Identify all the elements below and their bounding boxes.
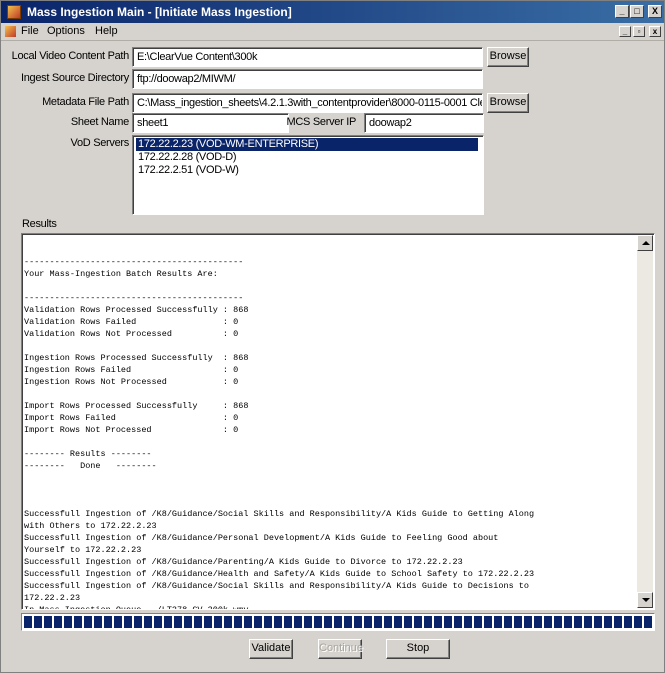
validate-button[interactable]: Validate: [249, 639, 293, 659]
window-title: Mass Ingestion Main - [Initiate Mass Ing…: [27, 5, 292, 19]
mcs-server-ip-field[interactable]: doowap2: [364, 113, 484, 133]
results-scrollbar[interactable]: [637, 235, 653, 608]
menu-options[interactable]: Options: [47, 25, 85, 37]
app-icon: [7, 5, 21, 19]
local-video-path-field[interactable]: E:\ClearVue Content\300k: [132, 47, 483, 67]
vod-server-item[interactable]: 172.22.2.23 (VOD-WM-ENTERPRISE): [136, 138, 478, 151]
results-log-text: ----------------------------------------…: [24, 257, 535, 610]
continue-button[interactable]: Continue: [318, 639, 363, 659]
minimize-button[interactable]: _: [615, 5, 629, 18]
metadata-label: Metadata File Path: [42, 96, 129, 108]
menu-bar: File Options Help _ ▫ x: [1, 23, 664, 41]
scroll-up-button[interactable]: [637, 235, 653, 251]
ingest-source-directory-field[interactable]: ftp://doowap2/MIWM/: [132, 69, 483, 89]
local-video-label: Local Video Content Path: [11, 50, 130, 62]
vod-server-item[interactable]: 172.22.2.28 (VOD-D): [136, 151, 238, 164]
metadata-file-path-field[interactable]: C:\Mass_ingestion_sheets\4.2.1.3with_con…: [132, 93, 483, 113]
results-label: Results: [22, 218, 57, 230]
progress-bar: [21, 613, 655, 631]
vod-servers-label: VoD Servers: [70, 137, 130, 149]
arrow-up-icon: [642, 241, 650, 245]
ingest-dir-label: Ingest Source Directory: [20, 72, 129, 84]
browse-video-button[interactable]: Browse: [487, 47, 529, 67]
maximize-button[interactable]: □: [630, 5, 644, 18]
menu-file[interactable]: File: [21, 25, 39, 37]
sheet-name-field[interactable]: sheet1: [132, 113, 289, 133]
sheet-name-label: Sheet Name: [70, 116, 129, 128]
mdi-restore-button[interactable]: ▫: [633, 26, 645, 37]
mdi-close-button[interactable]: x: [649, 26, 661, 37]
scroll-down-button[interactable]: [637, 592, 653, 608]
stop-button[interactable]: Stop: [386, 639, 450, 659]
close-button[interactable]: X: [648, 5, 662, 18]
main-window: Mass Ingestion Main - [Initiate Mass Ing…: [0, 0, 665, 673]
progress-fill: [24, 616, 652, 628]
vod-servers-listbox[interactable]: 172.22.2.23 (VOD-WM-ENTERPRISE) 172.22.2…: [132, 135, 484, 215]
title-bar[interactable]: Mass Ingestion Main - [Initiate Mass Ing…: [1, 1, 664, 23]
mdi-minimize-button[interactable]: _: [619, 26, 631, 37]
browse-metadata-button[interactable]: Browse: [487, 93, 529, 113]
arrow-down-icon: [642, 598, 650, 602]
results-textarea[interactable]: ----------------------------------------…: [21, 233, 655, 610]
mcs-server-ip-label: MCS Server IP: [286, 116, 357, 128]
vod-server-item[interactable]: 172.22.2.51 (VOD-W): [136, 164, 241, 177]
menu-help[interactable]: Help: [95, 25, 118, 37]
document-icon[interactable]: [5, 26, 16, 37]
